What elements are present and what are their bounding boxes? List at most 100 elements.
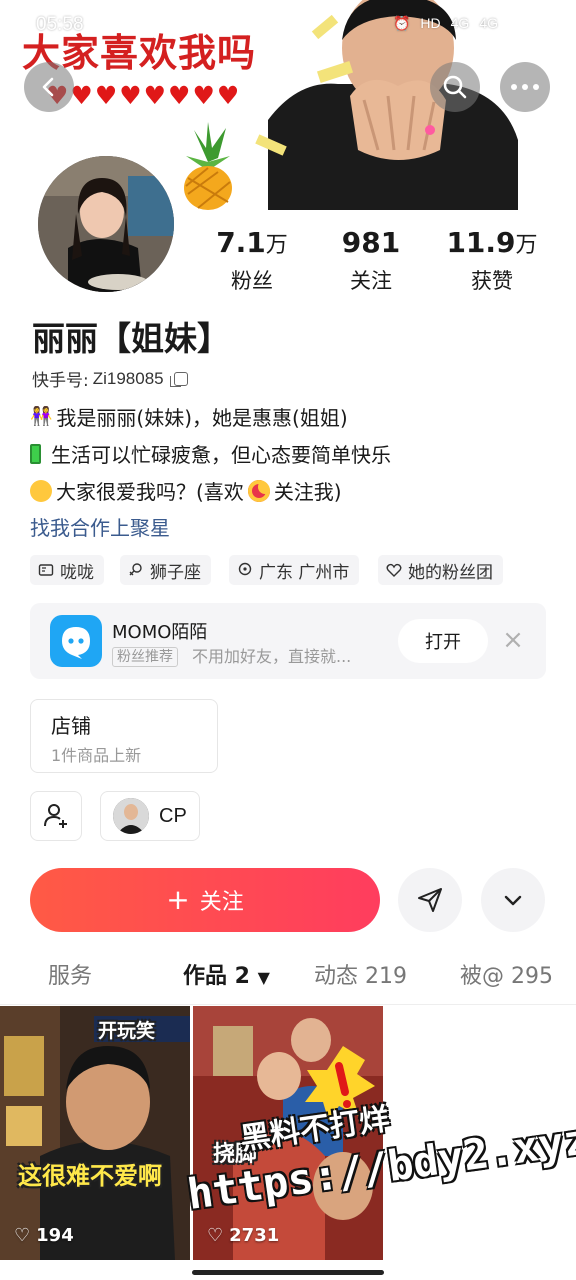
add-user-icon <box>44 804 67 828</box>
status-icons: ⏰ HD 4G 4G 88 <box>393 14 540 32</box>
pineapple-sticker <box>184 122 232 210</box>
likes-count: 11.9 <box>446 226 516 259</box>
shop-subtitle: 1件商品上新 <box>51 746 142 765</box>
hearts-decoration: ♥♥♥♥♥♥♥♥ <box>46 81 242 110</box>
stat-followers[interactable]: 7.1万 粉丝 <box>192 226 312 295</box>
tab-divider <box>0 1004 576 1005</box>
video-thumbnail-image <box>193 1006 383 1260</box>
likes-unit: 万 <box>515 233 538 258</box>
bio-text: 生活可以忙碌疲惫，但心态要简单快乐 <box>51 443 391 467</box>
bio-line-3: 大家很爱我吗？(喜欢 关注我) <box>30 476 342 505</box>
video-likes: ♡ 194 <box>14 1225 74 1246</box>
bio-text: 我是丽丽(妹妹)，她是惠惠(姐姐) <box>56 406 348 430</box>
tab-updates[interactable]: 动态 219 <box>314 958 407 990</box>
search-button[interactable] <box>430 62 480 112</box>
tab-services[interactable]: 服务 <box>48 958 92 990</box>
shop-title: 店铺 <box>51 714 91 738</box>
battery-emoji-icon <box>30 443 41 464</box>
stat-following[interactable]: 981 关注 <box>311 226 431 295</box>
video-likes: ♡ 2731 <box>207 1225 279 1246</box>
app-name: MOMO陌陌 <box>112 622 208 643</box>
tab-works-label: 作品 2 <box>183 964 250 989</box>
status-bar: 05:58 ⏰ HD 4G 4G 88 <box>0 0 576 48</box>
more-options-button[interactable] <box>500 62 550 112</box>
tag-location[interactable]: 广东 广州市 <box>229 555 360 585</box>
following-label: 关注 <box>350 269 392 293</box>
avatar-image <box>38 156 174 292</box>
tag-label: 咙咙 <box>60 562 94 583</box>
cp-chip[interactable]: CP <box>100 791 200 841</box>
heart-outline-icon <box>386 563 402 577</box>
back-button[interactable] <box>24 62 74 112</box>
heart-outline-icon: ♡ <box>207 1225 224 1246</box>
location-icon <box>238 562 252 576</box>
app-description: 不用加好友，直接就... <box>192 647 352 666</box>
video-thumbnail-image <box>0 1006 190 1260</box>
tag-zodiac[interactable]: 狮子座 <box>120 555 211 585</box>
profile-avatar[interactable] <box>34 152 178 296</box>
tag-label: 广东 广州市 <box>259 562 350 583</box>
likes-label: 获赞 <box>471 269 513 293</box>
follow-button[interactable]: + 关注 <box>30 868 380 932</box>
cp-label: CP <box>159 804 187 827</box>
app-open-button[interactable]: 打开 <box>398 619 488 663</box>
bio-line-1: 👭 我是丽丽(妹妹)，她是惠惠(姐姐) <box>30 402 348 431</box>
app-recommendation-card[interactable]: MOMO陌陌 粉丝推荐 不用加好友，直接就... 打开 × <box>30 603 546 679</box>
send-icon <box>418 888 442 912</box>
id-value: Zi198085 <box>92 368 164 388</box>
shop-card[interactable]: 店铺 1件商品上新 <box>30 699 218 773</box>
close-icon[interactable]: × <box>500 627 526 653</box>
profile-name: 丽丽【姐妹】 <box>32 319 230 358</box>
heart-outline-icon: ♡ <box>14 1225 31 1246</box>
video-thumbnail[interactable]: 开玩笑 这很难不爱啊 ♡ 194 <box>0 1006 190 1260</box>
cp-avatar <box>113 798 149 834</box>
more-dots-icon <box>511 84 539 90</box>
video-caption: 挠脚 <box>213 1142 258 1167</box>
hd-icon: HD <box>420 15 441 31</box>
status-time: 05:58 <box>36 14 84 35</box>
tag-label: 狮子座 <box>150 562 201 583</box>
cooperation-link[interactable]: 找我合作上聚星 <box>30 512 170 541</box>
expand-button[interactable] <box>481 868 545 932</box>
kuaishou-id-row[interactable]: 快手号: Zi198085 <box>32 366 188 391</box>
video-top-caption: 开玩笑 <box>98 1020 156 1042</box>
copy-icon[interactable] <box>169 371 188 387</box>
signal-icon: 4G <box>479 15 498 31</box>
add-friend-button[interactable] <box>30 791 82 841</box>
tag-fan-club[interactable]: 她的粉丝团 <box>378 555 503 585</box>
heart-eyes-emoji-icon <box>247 479 270 502</box>
likes-count: 2731 <box>229 1225 280 1246</box>
home-indicator[interactable] <box>192 1270 384 1275</box>
signal-icon: 4G <box>450 15 470 31</box>
follow-label: 关注 <box>199 890 244 915</box>
tag-nickname[interactable]: 咙咙 <box>30 555 104 585</box>
following-count: 981 <box>341 226 401 259</box>
followers-label: 粉丝 <box>231 269 273 293</box>
video-thumbnail[interactable]: 挠脚 ♡ 2731 <box>193 1006 383 1260</box>
plus-icon: + <box>166 883 190 916</box>
search-icon <box>443 75 467 99</box>
followers-unit: 万 <box>265 233 288 258</box>
sisters-emoji-icon: 👭 <box>30 406 53 427</box>
bio-text: 关注我) <box>273 480 342 504</box>
video-caption: 这很难不爱啊 <box>18 1162 162 1190</box>
chevron-left-icon <box>42 77 54 97</box>
stat-likes[interactable]: 11.9万 获赞 <box>432 226 552 295</box>
followers-count: 7.1 <box>216 226 266 259</box>
momo-logo-icon <box>50 615 102 667</box>
id-card-icon <box>38 564 54 576</box>
tag-label: 她的粉丝团 <box>408 562 493 583</box>
smiling-hearts-emoji-icon <box>30 479 52 502</box>
app-badge: 粉丝推荐 <box>112 647 178 667</box>
tab-works[interactable]: 作品 2 ▼ <box>183 958 270 990</box>
bio-text: 大家很爱我吗？(喜欢 <box>56 480 244 504</box>
id-label: 快手号: <box>32 371 89 391</box>
tab-mentions[interactable]: 被@ 295 <box>460 958 553 990</box>
share-button[interactable] <box>398 868 462 932</box>
caret-down-icon: ▼ <box>257 968 270 987</box>
bio-line-2: 生活可以忙碌疲惫，但心态要简单快乐 <box>30 439 391 468</box>
likes-count: 194 <box>36 1225 74 1246</box>
battery-icon: 88 <box>508 14 540 32</box>
chevron-down-icon <box>504 895 522 906</box>
female-icon <box>129 563 142 576</box>
